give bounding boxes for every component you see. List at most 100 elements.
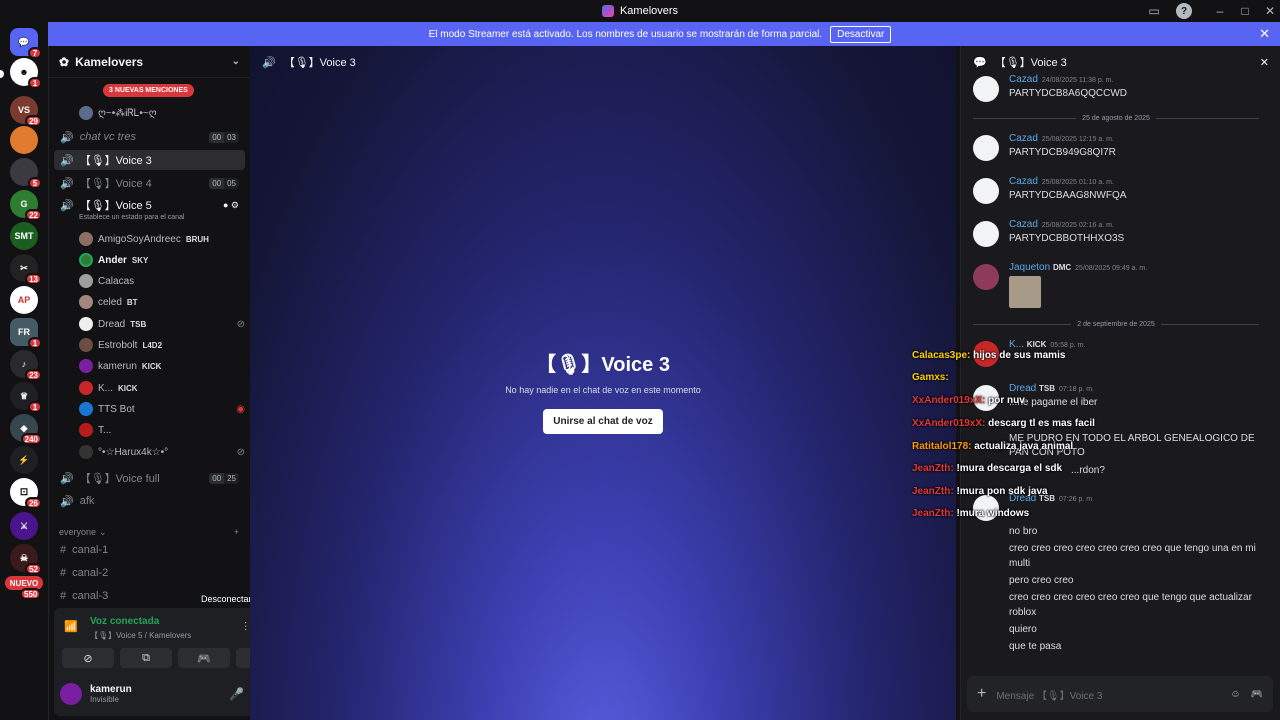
inbox-icon[interactable]: ▭: [1146, 3, 1162, 19]
timestamp: 24/08/2025 11:38 p. m.: [1041, 77, 1114, 84]
voice-user[interactable]: K... KICK: [79, 379, 245, 397]
microphone-icon[interactable]: 🎤: [229, 687, 244, 701]
voice-user[interactable]: TTS Bot ◉: [79, 400, 245, 418]
add-attachment-icon[interactable]: +: [977, 685, 986, 703]
speaker-icon: 🔊: [60, 131, 74, 144]
avatar: [79, 359, 93, 373]
camera-off-button[interactable]: ⊘: [62, 648, 114, 668]
join-voice-button[interactable]: Unirse al chat de voz: [543, 409, 663, 434]
server-icon[interactable]: SMT: [10, 222, 38, 250]
maximize-icon[interactable]: □: [1237, 3, 1253, 19]
author-name[interactable]: Dread: [1009, 383, 1036, 394]
attachment-image[interactable]: [1009, 276, 1041, 308]
user-name: Dread: [98, 318, 126, 330]
server-icon[interactable]: ☠ 52: [10, 544, 42, 575]
author-name[interactable]: Cazad: [1009, 133, 1038, 144]
voice-user[interactable]: celed BT: [79, 293, 245, 311]
deactivate-button[interactable]: Desactivar: [830, 25, 892, 43]
activities-icon[interactable]: 🎮: [1251, 689, 1263, 700]
message-input[interactable]: + Mensaje 【🎙】Voice 3 ☺ 🎮: [967, 676, 1273, 712]
voice-user[interactable]: Dread TSB ⊘: [79, 315, 245, 333]
voice-user[interactable]: AmigoSoyAndreec BRUH: [79, 230, 245, 248]
voice-user[interactable]: Calacas: [79, 272, 245, 290]
guild-header[interactable]: ✿ Kamelovers ⌄: [49, 46, 250, 78]
channel-afk[interactable]: 🔊 afk: [54, 491, 245, 511]
author-name[interactable]: K...: [1009, 339, 1024, 350]
voice-user[interactable]: kamerun KICK: [79, 357, 245, 375]
message-text: PARTYDCB949G8QI7R: [1009, 147, 1116, 158]
server-icon[interactable]: ⚔: [10, 512, 38, 540]
server-icon[interactable]: AP: [10, 286, 38, 314]
server-icon[interactable]: FR 1: [10, 318, 42, 349]
badge: 13: [25, 273, 42, 285]
streamer-mode-banner: El modo Streamer está activado. Los nomb…: [40, 22, 1280, 46]
channel-actions-icon[interactable]: ● ⚙: [223, 200, 239, 211]
direct-messages-button[interactable]: 💬 7: [10, 28, 42, 59]
server-icon[interactable]: [10, 126, 38, 154]
user-count: 00 05: [209, 177, 239, 189]
message-text: quiero: [1009, 624, 1037, 635]
author-name[interactable]: Cazad: [1009, 176, 1038, 187]
server-icon[interactable]: ◆ 240: [10, 414, 42, 445]
help-icon[interactable]: ?: [1176, 3, 1192, 19]
voice-user[interactable]: °•☆Harux4k☆•° ⊘: [79, 443, 245, 461]
speaker-icon: 🔊: [60, 199, 74, 212]
channel-voice-4[interactable]: 🔊 【🎙】Voice 4 00 05: [54, 173, 245, 193]
hash-icon: #: [60, 544, 67, 556]
stream-chat-line: JeanZth: !mura pon sdk java: [912, 486, 1048, 497]
channel-voice-5[interactable]: 🔊 【🎙】Voice 5 ● ⚙: [54, 195, 245, 215]
server-icon[interactable]: ⚀ 26: [10, 478, 42, 509]
author-name[interactable]: Cazad: [1009, 74, 1038, 85]
channel-canal-2[interactable]: # canal-2: [54, 563, 245, 583]
voice-header: 🔊 【🎙】Voice 3: [250, 46, 956, 78]
user-tag: BRUH: [185, 234, 209, 244]
activities-button[interactable]: 🎮: [178, 648, 230, 668]
server-icon[interactable]: ♪ 23: [10, 350, 42, 381]
soundboard-icon[interactable]: ⫶: [244, 620, 247, 635]
add-channel-icon[interactable]: +: [234, 527, 239, 538]
user-tag: TSB: [130, 319, 147, 329]
voice-channel-path[interactable]: 【🎙】Voice 5 / Kamelovers: [90, 630, 191, 641]
badge: 26: [25, 497, 42, 509]
voice-status[interactable]: Voz conectada: [90, 616, 159, 627]
server-icon[interactable]: ☻ 1: [10, 58, 42, 89]
avatar: [79, 232, 93, 246]
category-header[interactable]: everyone ⌄ +: [59, 527, 239, 538]
server-icon[interactable]: ⚡: [10, 446, 38, 474]
channel-voice-3[interactable]: 🔊 【🎙】Voice 3: [54, 150, 245, 170]
new-mentions-pill[interactable]: 3 NUEVAS MENCIONES: [103, 84, 194, 97]
timestamp: 07:18 p. m.: [1059, 386, 1095, 393]
server-icon[interactable]: VS 29: [10, 96, 42, 127]
chevron-down-icon[interactable]: ⌄: [232, 56, 240, 67]
voice-user[interactable]: Ander SKY: [79, 251, 245, 269]
stream-chat-line: Calacas3pe: hijos de sus mamis: [912, 350, 1066, 361]
channel-name: 【🎙】Voice 3: [79, 155, 152, 167]
voice-user[interactable]: ღ~•⁂ᎥᏒᏞ•~ღ: [79, 104, 245, 122]
server-icon[interactable]: ♕ 1: [10, 382, 42, 413]
server-icon[interactable]: G 22: [10, 190, 42, 221]
avatar[interactable]: [60, 683, 82, 705]
channel-voice-full[interactable]: 🔊 【🎙】Voice full 00 25: [54, 468, 245, 488]
server-icon[interactable]: ✂ 13: [10, 254, 42, 285]
server-icon[interactable]: 5: [10, 158, 42, 189]
minimize-icon[interactable]: –: [1212, 3, 1228, 19]
stream-chat-line: Ratitalol178: actualiza java animal: [912, 441, 1074, 452]
avatar: [79, 402, 93, 416]
emoji-icon[interactable]: ☺: [1230, 689, 1240, 700]
user-name: ღ~•⁂ᎥᏒᏞ•~ღ: [98, 107, 157, 119]
author-name[interactable]: Cazad: [1009, 219, 1038, 230]
user-name[interactable]: kamerun: [90, 684, 132, 695]
voice-user[interactable]: Estrobolt L4D2: [79, 336, 245, 354]
message-text: que te pasa: [1009, 641, 1062, 652]
channel-chat-vc-tres[interactable]: 🔊 chat vc tres 00 03: [54, 127, 245, 147]
stream-chat-line: XxAnder019xX: descarg tl es mas facil: [912, 418, 1095, 429]
close-chat-icon[interactable]: ✕: [1260, 56, 1269, 69]
share-screen-button[interactable]: ⧉: [120, 648, 172, 668]
channel-canal-1[interactable]: # canal-1: [54, 540, 245, 560]
author-name[interactable]: Jaqueton: [1009, 262, 1050, 273]
set-channel-status[interactable]: Establece un estado para el canal: [79, 214, 184, 221]
voice-user[interactable]: T...: [79, 421, 245, 439]
avatar: [79, 445, 93, 459]
close-window-icon[interactable]: ✕: [1262, 3, 1278, 19]
close-banner-icon[interactable]: ✕: [1259, 26, 1270, 42]
